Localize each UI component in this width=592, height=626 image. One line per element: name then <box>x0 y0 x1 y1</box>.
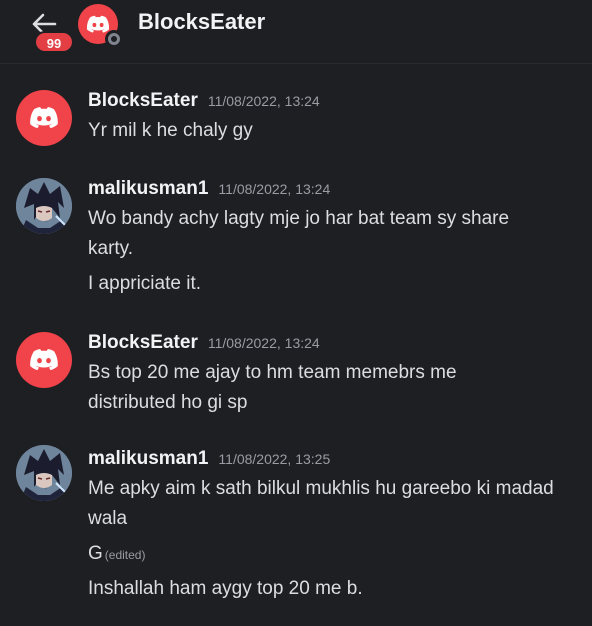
user-avatar[interactable] <box>16 90 72 146</box>
timestamp: 11/08/2022, 13:24 <box>218 181 331 197</box>
user-avatar[interactable] <box>16 445 72 501</box>
message-text[interactable]: Bs top 20 me ajay to hm team memebrs me … <box>88 358 518 418</box>
discord-logo-icon <box>30 349 58 371</box>
timestamp: 11/08/2022, 13:24 <box>207 93 320 109</box>
user-avatar[interactable] <box>16 178 72 234</box>
message-header: malikusman1 11/08/2022, 13:25 <box>88 448 330 470</box>
message-group: malikusman1 11/08/2022, 13:24 Wo bandy ac… <box>0 178 592 302</box>
edited-label: (edited) <box>104 548 146 562</box>
timestamp: 11/08/2022, 13:25 <box>218 451 331 467</box>
message-text[interactable]: G (edited) <box>88 539 568 570</box>
anime-character-avatar-icon <box>16 178 72 234</box>
message-header: BlocksEater 11/08/2022, 13:24 <box>88 332 320 354</box>
message-group: BlocksEater 11/08/2022, 13:24 Yr mil k he… <box>0 90 592 150</box>
username[interactable]: BlocksEater <box>88 332 198 353</box>
message-text[interactable]: Yr mil k he chaly gy <box>88 116 568 146</box>
discord-logo-icon <box>86 15 110 33</box>
message-header: BlocksEater 11/08/2022, 13:24 <box>88 90 320 112</box>
anime-character-avatar-icon <box>16 445 72 501</box>
message-group: BlocksEater 11/08/2022, 13:24 Bs top 20 m… <box>0 332 592 422</box>
user-avatar[interactable] <box>16 332 72 388</box>
message-text[interactable]: I appriciate it. <box>88 269 568 299</box>
username[interactable]: malikusman1 <box>88 448 208 469</box>
chat-header: 99 BlocksEater <box>0 0 592 64</box>
message-group: malikusman1 11/08/2022, 13:25 Me apky aim… <box>0 440 592 620</box>
timestamp: 11/08/2022, 13:24 <box>207 335 320 351</box>
channel-title: BlocksEater <box>138 9 266 34</box>
discord-logo-icon <box>30 107 58 129</box>
unread-badge: 99 <box>34 31 74 53</box>
offline-status-icon <box>105 30 123 48</box>
message-text[interactable]: Wo bandy achy lagty mje jo har bat team … <box>88 204 558 264</box>
message-text[interactable]: Me apky aim k sath bilkul mukhlis hu gar… <box>88 474 558 534</box>
username[interactable]: malikusman1 <box>88 178 208 199</box>
message-text[interactable]: Inshallah ham aygy top 20 me b. <box>88 574 568 604</box>
username[interactable]: BlocksEater <box>88 90 198 111</box>
message-text-content: G <box>88 543 103 564</box>
message-header: malikusman1 11/08/2022, 13:24 <box>88 178 330 200</box>
